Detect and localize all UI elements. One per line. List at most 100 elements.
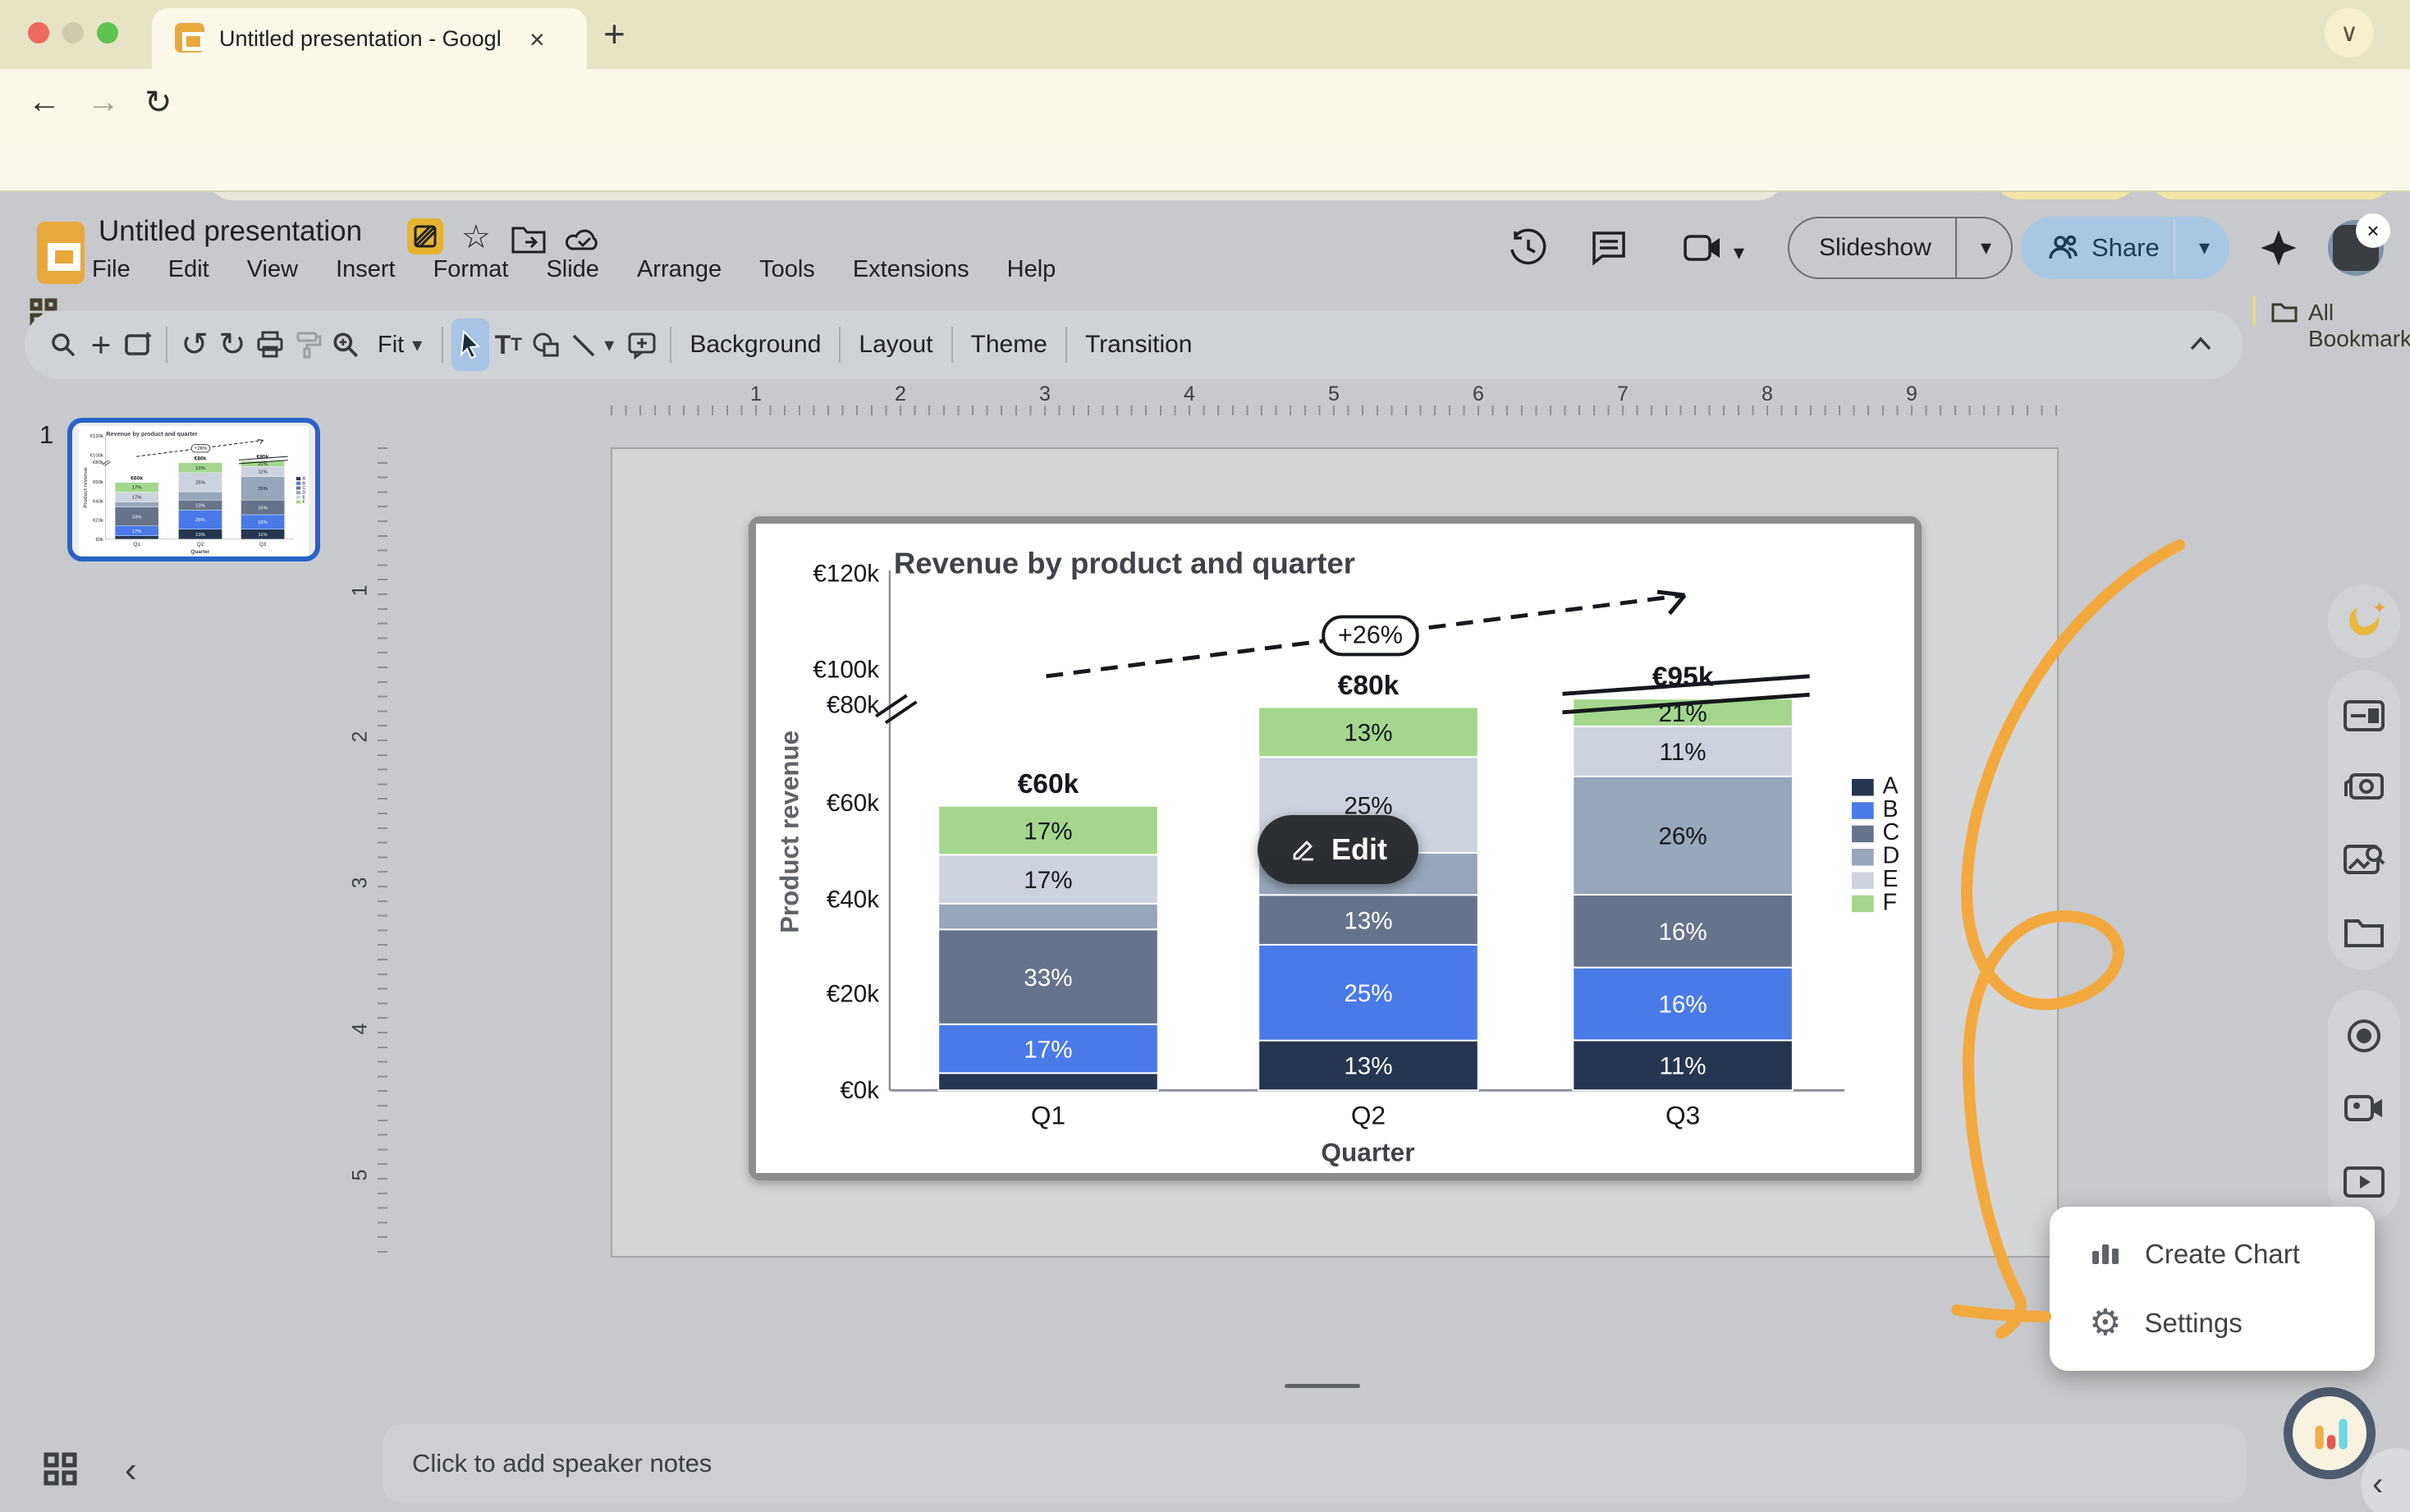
version-history-icon[interactable] (1507, 227, 1550, 269)
theme-button[interactable]: Theme (961, 326, 1057, 364)
video-camera-icon[interactable] (2339, 1084, 2389, 1133)
menu-edit[interactable]: Edit (158, 251, 219, 288)
slide-number: 1 (39, 420, 53, 450)
thumbnail-chart: €120k€100k€80k€60k€40k€20k€0kRevenue by … (79, 426, 309, 556)
svg-text:16%: 16% (258, 506, 268, 511)
window-close-button[interactable] (28, 22, 49, 44)
svg-text:11%: 11% (258, 533, 267, 538)
forward-icon[interactable]: → (87, 84, 120, 121)
edit-chart-button[interactable]: Edit (1258, 815, 1418, 884)
caption-card-icon[interactable] (2339, 691, 2389, 740)
print-icon[interactable] (251, 322, 289, 368)
meet-camera-icon[interactable] (1683, 231, 1725, 264)
svg-text:Q3: Q3 (1665, 1101, 1700, 1129)
zoom-level[interactable]: Fit (378, 332, 404, 359)
reload-icon[interactable]: ↻ (144, 84, 172, 121)
speaker-notes-input[interactable]: Click to add speaker notes (383, 1424, 2246, 1503)
plus-icon[interactable]: + (82, 322, 120, 368)
svg-text:A: A (302, 477, 305, 482)
layout-button[interactable]: Layout (849, 326, 942, 364)
close-capture-icon[interactable]: × (2356, 213, 2390, 248)
collapse-filmstrip-icon[interactable]: ‹ (125, 1450, 137, 1491)
svg-text:25%: 25% (1344, 980, 1392, 1007)
search-menus-icon[interactable] (44, 322, 82, 368)
notes-resize-handle[interactable] (1285, 1384, 1360, 1388)
share-button[interactable]: Share ▾ (2021, 217, 2229, 279)
gear-icon: ⚙ (2089, 1307, 2121, 1340)
svg-text:€0k: €0k (840, 1077, 879, 1104)
line-dropdown-icon[interactable]: ▾ (604, 333, 614, 357)
svg-text:+26%: +26% (1338, 621, 1403, 649)
menu-help[interactable]: Help (997, 251, 1066, 288)
slideshow-dropdown-icon[interactable]: ▾ (1981, 235, 1991, 260)
redo-icon[interactable]: ↻ (213, 322, 251, 368)
svg-text:€60k: €60k (93, 480, 103, 485)
grid-view-icon[interactable] (43, 1451, 79, 1487)
svg-text:€0k: €0k (95, 538, 103, 543)
slideshow-button[interactable]: Slideshow ▾ (1788, 217, 2013, 279)
svg-text:C: C (302, 486, 305, 491)
svg-text:Q3: Q3 (259, 542, 267, 548)
background-button[interactable]: Background (680, 326, 831, 364)
menu-slide[interactable]: Slide (536, 251, 609, 288)
window-minimize-button[interactable] (62, 22, 84, 44)
zoom-icon[interactable] (327, 322, 364, 368)
transition-button[interactable]: Transition (1075, 326, 1203, 364)
comments-icon[interactable] (1588, 227, 1630, 269)
svg-text:13%: 13% (195, 466, 205, 471)
share-dropdown-icon[interactable]: ▾ (2199, 235, 2210, 260)
present-play-icon[interactable] (2339, 1157, 2389, 1207)
banana-ai-icon[interactable]: ✦ (2339, 596, 2389, 645)
menu-file[interactable]: File (82, 251, 140, 288)
menu-extensions[interactable]: Extensions (843, 251, 979, 288)
slides-logo-icon[interactable] (37, 222, 85, 284)
folder-icon[interactable] (2339, 908, 2389, 957)
slide-thumbnail[interactable]: €120k€100k€80k€60k€40k€20k€0kRevenue by … (67, 418, 320, 561)
shapes-icon[interactable] (527, 322, 565, 368)
menu-item-create-chart[interactable]: Create Chart (2050, 1220, 2375, 1289)
menu-insert[interactable]: Insert (326, 251, 405, 288)
gemini-sparkle-icon[interactable] (2259, 228, 2298, 268)
svg-text:€20k: €20k (827, 981, 879, 1008)
svg-text:€100k: €100k (90, 454, 103, 459)
chart-extension-fab[interactable] (2284, 1387, 2376, 1479)
account-avatar[interactable]: × (2328, 220, 2384, 276)
svg-text:11%: 11% (258, 470, 267, 475)
svg-text:€60k: €60k (1018, 769, 1079, 800)
screen: Untitled presentation - Googl × + ∨ ← → … (0, 0, 2410, 1512)
insert-comment-icon[interactable] (624, 322, 662, 368)
doc-title[interactable]: Untitled presentation (99, 215, 362, 248)
undo-icon[interactable]: ↺ (176, 322, 213, 368)
meet-dropdown-icon[interactable]: ▾ (1734, 240, 1744, 265)
textbox-icon[interactable]: TT (489, 322, 527, 368)
svg-text:16%: 16% (1658, 992, 1707, 1019)
svg-text:33%: 33% (1024, 964, 1072, 992)
svg-text:E: E (1882, 866, 1898, 892)
screenshot-camera-icon[interactable] (2339, 762, 2389, 811)
tab-search-chevron-icon[interactable]: ∨ (2325, 8, 2374, 57)
svg-text:Quarter: Quarter (191, 549, 210, 555)
menu-tools[interactable]: Tools (749, 251, 825, 288)
vertical-ruler (378, 447, 387, 1258)
collapse-toolbar-icon[interactable] (2188, 335, 2213, 353)
tab-close-icon[interactable]: × (529, 25, 545, 55)
back-icon[interactable]: ← (28, 84, 61, 121)
paint-format-icon[interactable] (289, 322, 327, 368)
doc-status-badge-icon[interactable] (407, 218, 443, 254)
new-tab-button[interactable]: + (603, 11, 625, 56)
svg-text:16%: 16% (1658, 919, 1707, 946)
browser-tab[interactable]: Untitled presentation - Googl × (152, 8, 587, 69)
menu-view[interactable]: View (237, 251, 308, 288)
zoom-dropdown-icon[interactable]: ▾ (412, 333, 422, 357)
select-tool-icon[interactable] (451, 318, 489, 371)
new-slide-icon[interactable] (120, 322, 158, 368)
image-search-icon[interactable] (2339, 836, 2389, 885)
record-icon[interactable] (2339, 1011, 2389, 1061)
menu-item-settings[interactable]: ⚙ Settings (2050, 1289, 2375, 1358)
all-bookmarks-button[interactable]: All Bookmarks (2308, 300, 2410, 352)
svg-text:17%: 17% (132, 486, 142, 491)
menu-arrange[interactable]: Arrange (627, 251, 731, 288)
window-maximize-button[interactable] (97, 22, 118, 44)
menu-format[interactable]: Format (424, 251, 519, 288)
line-tool-icon[interactable] (565, 322, 602, 368)
